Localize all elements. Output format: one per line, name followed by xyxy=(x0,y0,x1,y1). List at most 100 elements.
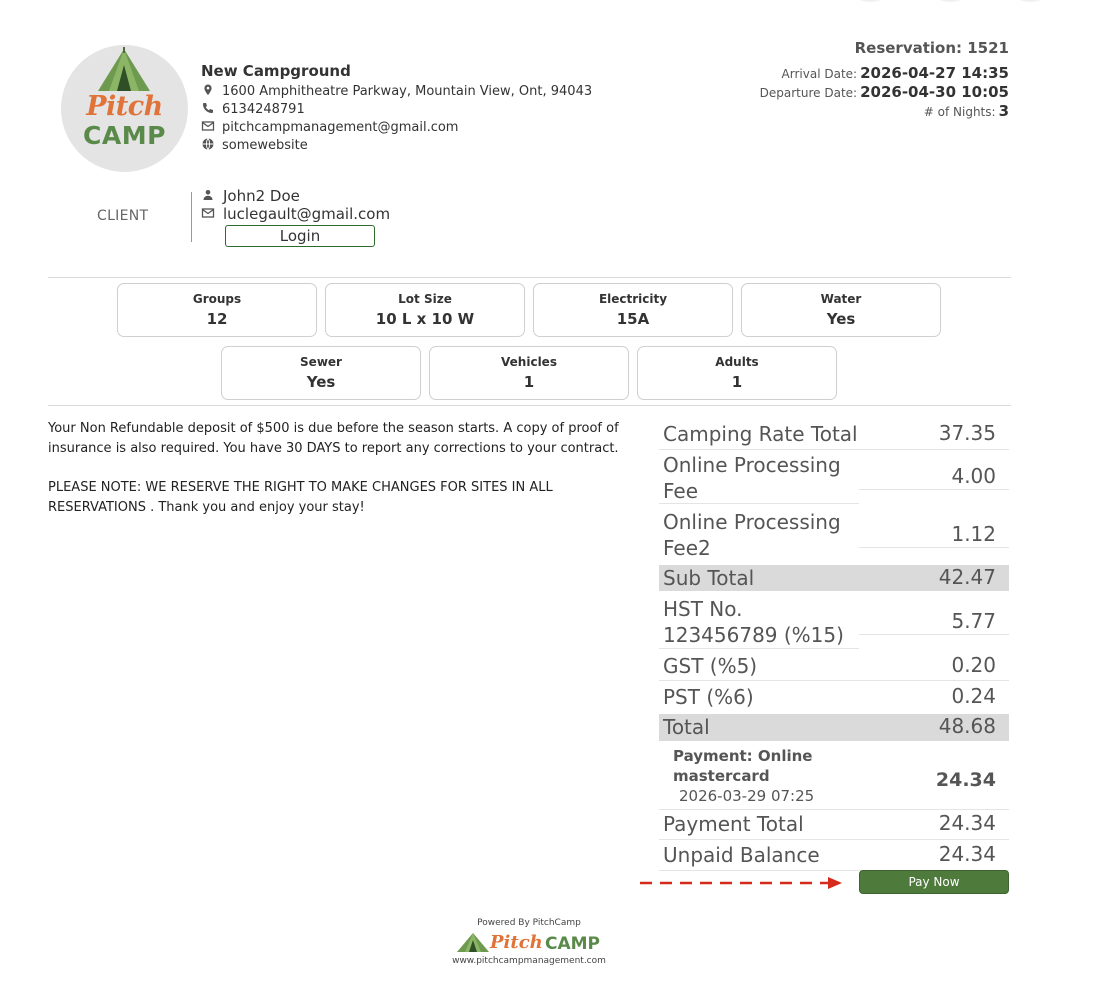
totals-label: Camping Rate Total xyxy=(663,422,858,446)
totals-row-unpaid: Unpaid Balance 24.34 xyxy=(659,841,1009,871)
spec-value: 1 xyxy=(523,373,535,391)
mail-icon xyxy=(201,121,215,131)
totals-value: 42.47 xyxy=(938,565,996,589)
totals-label: GST (%5) xyxy=(663,654,758,678)
totals-label: Online Processing Fee2 xyxy=(663,510,841,560)
decorative-circle xyxy=(845,0,895,2)
person-icon xyxy=(203,190,213,200)
spec-card-electricity: Electricity 15A xyxy=(533,283,733,337)
payment-date: 2026-03-29 07:25 xyxy=(679,787,815,805)
spec-label: Water xyxy=(820,292,862,306)
spec-card-vehicles: Vehicles 1 xyxy=(429,346,629,400)
campground-phone: 6134248791 xyxy=(201,101,305,119)
client-name-row: John2 Doe xyxy=(201,187,300,205)
spec-value: 15A xyxy=(616,310,650,328)
arrival-value: 2026-04-27 14:35 xyxy=(860,64,1009,82)
divider xyxy=(48,277,1011,278)
spec-label: Groups xyxy=(192,292,242,306)
totals-row-gst: GST (%5) 0.20 xyxy=(659,652,1009,681)
row-divider xyxy=(659,449,1009,450)
login-button[interactable]: Login xyxy=(225,225,375,247)
row-divider xyxy=(659,503,859,504)
totals-label: HST No. 123456789 (%15) xyxy=(663,597,844,647)
totals-value: 0.20 xyxy=(951,653,996,677)
totals-value: 48.68 xyxy=(938,714,996,738)
changes-note: PLEASE NOTE: WE RESERVE THE RIGHT TO MAK… xyxy=(48,480,553,515)
client-label: CLIENT xyxy=(97,208,149,224)
campground-email: pitchcampmanagement@gmail.com xyxy=(201,119,458,137)
spec-value: 1 xyxy=(731,373,743,391)
totals-value: 1.12 xyxy=(951,522,996,546)
campground-logo: Pitch CAMP xyxy=(61,45,188,172)
spec-value: 12 xyxy=(206,310,228,328)
spec-card-water: Water Yes xyxy=(741,283,941,337)
arrival-label: Arrival Date: xyxy=(781,67,858,81)
nights-label: # of Nights: xyxy=(923,105,996,119)
footer-logo-camp: CAMP xyxy=(545,934,601,954)
spec-label: Lot Size xyxy=(398,292,452,306)
payment-method: Payment: Online mastercard xyxy=(673,747,813,785)
totals-row-fee1: Online Processing Fee 4.00 xyxy=(659,452,1009,504)
client-email-row: luclegault@gmail.com xyxy=(201,205,390,223)
totals-value: 24.34 xyxy=(938,842,996,866)
totals-row-fee2: Online Processing Fee2 1.12 xyxy=(659,509,1009,561)
arrival-date: Arrival Date: 2026-04-27 14:35 xyxy=(782,64,1009,82)
row-divider xyxy=(859,489,1009,490)
powered-by-text: Powered By PitchCamp xyxy=(477,918,581,928)
totals-value: 5.77 xyxy=(951,609,996,633)
divider xyxy=(48,405,1011,406)
totals-value: 24.34 xyxy=(938,811,996,835)
nights-count: # of Nights: 3 xyxy=(924,102,1009,120)
spec-label: Sewer xyxy=(300,355,342,369)
totals-label: PST (%6) xyxy=(663,685,754,709)
phone-text: 6134248791 xyxy=(222,102,305,117)
totals-label: Payment Total xyxy=(663,812,804,836)
totals-value: 37.35 xyxy=(938,421,996,445)
totals-label: Sub Total xyxy=(663,566,755,590)
totals-row-total: Total 48.68 xyxy=(659,714,1009,741)
totals-row-pst: PST (%6) 0.24 xyxy=(659,683,1009,711)
logo-text-camp: CAMP xyxy=(83,121,166,150)
address-text: 1600 Amphitheatre Parkway, Mountain View… xyxy=(222,84,593,99)
reservation-number: Reservation: 1521 xyxy=(854,39,1009,57)
row-divider xyxy=(659,648,859,649)
phone-icon xyxy=(203,103,213,113)
footer-url[interactable]: www.pitchcampmanagement.com xyxy=(0,956,1058,966)
spec-label: Adults xyxy=(715,355,759,369)
totals-label: Unpaid Balance xyxy=(663,843,820,867)
decorative-circle xyxy=(1005,0,1055,2)
departure-label: Departure Date: xyxy=(759,86,858,100)
campground-name: New Campground xyxy=(201,62,351,80)
client-name: John2 Doe xyxy=(223,187,300,205)
totals-row-payment-total: Payment Total 24.34 xyxy=(659,810,1009,840)
row-divider xyxy=(659,839,1009,840)
totals-label: Total xyxy=(663,715,710,739)
totals-row-payment: Payment: Online mastercard 2026-03-29 07… xyxy=(659,746,1009,810)
arrow-right-icon xyxy=(640,877,842,889)
spec-value: Yes xyxy=(826,310,856,328)
totals-row-camping-rate: Camping Rate Total 37.35 xyxy=(659,419,1009,450)
spec-label: Electricity xyxy=(598,292,668,306)
row-divider xyxy=(659,680,1009,681)
pay-now-button[interactable]: Pay Now xyxy=(859,870,1009,894)
mail-icon xyxy=(201,208,215,218)
departure-date: Departure Date: 2026-04-30 10:05 xyxy=(760,83,1009,101)
deposit-note: Your Non Refundable deposit of $500 is d… xyxy=(48,421,619,456)
totals-value: 0.24 xyxy=(951,684,996,708)
spec-card-groups: Groups 12 xyxy=(117,283,317,337)
client-email: luclegault@gmail.com xyxy=(223,205,391,223)
spec-card-sewer: Sewer Yes xyxy=(221,346,421,400)
spec-card-adults: Adults 1 xyxy=(637,346,837,400)
client-divider xyxy=(191,192,192,242)
reservation-notes: Your Non Refundable deposit of $500 is d… xyxy=(48,419,653,537)
location-pin-icon xyxy=(204,84,212,96)
spec-value: 10 L x 10 W xyxy=(375,310,475,328)
logo-text-pitch: Pitch xyxy=(86,91,163,122)
footer-logo-pitch: Pitch xyxy=(490,932,543,953)
campground-website: somewebsite xyxy=(201,137,308,155)
decorative-circle xyxy=(925,0,975,2)
email-text: pitchcampmanagement@gmail.com xyxy=(222,120,459,135)
totals-row-hst: HST No. 123456789 (%15) 5.77 xyxy=(659,596,1009,649)
row-divider xyxy=(859,547,1009,548)
spec-card-lot-size: Lot Size 10 L x 10 W xyxy=(325,283,525,337)
